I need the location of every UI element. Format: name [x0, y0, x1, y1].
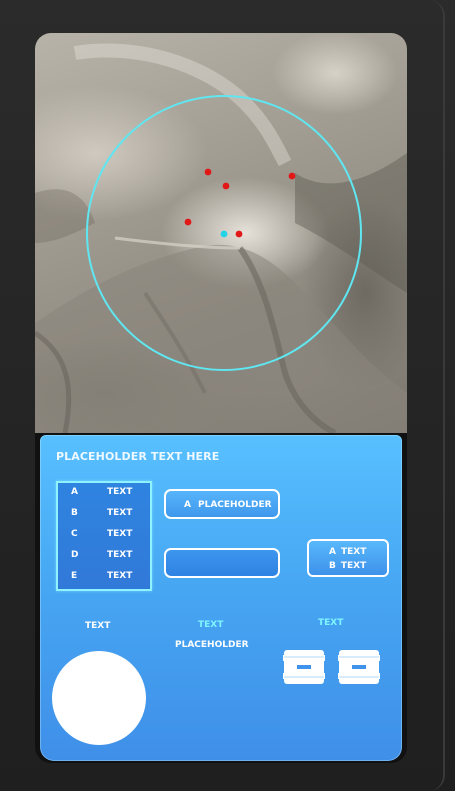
right-label-cyan: TEXT — [318, 618, 344, 628]
list-item[interactable]: E TEXT — [58, 567, 150, 585]
list-item[interactable]: D TEXT — [58, 546, 150, 564]
panel-title: PLACEHOLDER TEXT HERE — [56, 450, 220, 463]
ab-row-a-key: A — [329, 547, 336, 557]
placeholder-button-key: A — [184, 500, 191, 510]
list-item-value: TEXT — [107, 508, 133, 518]
center-label-cyan: TEXT — [198, 620, 224, 630]
terrain-wash — [114, 236, 241, 250]
device-frame-edge — [429, 0, 445, 791]
map-markers — [184, 168, 296, 238]
list-item-value: TEXT — [107, 487, 133, 497]
placeholder-button[interactable]: A PLACEHOLDER — [164, 489, 280, 519]
hostile-marker[interactable] — [288, 172, 296, 180]
hostile-marker[interactable] — [184, 218, 192, 226]
terrain-highlight — [73, 43, 292, 167]
map-overlay — [35, 43, 407, 433]
list-item-key: D — [71, 550, 79, 560]
list-item-value: TEXT — [107, 571, 133, 581]
hostile-marker[interactable] — [204, 168, 212, 176]
self-marker[interactable] — [220, 230, 228, 238]
list-item-key: B — [71, 508, 78, 518]
ab-row-b-value: TEXT — [340, 561, 367, 571]
joystick-pad[interactable] — [52, 651, 146, 745]
ab-row-a-value: TEXT — [340, 547, 367, 557]
terrain-shadow-left — [35, 189, 95, 243]
ab-row-a: A TEXT — [329, 547, 366, 557]
terrain-ridge — [35, 244, 407, 433]
list-item[interactable]: C TEXT — [58, 525, 150, 543]
center-label-white: PLACEHOLDER — [175, 640, 249, 650]
device-frame: PLACEHOLDER TEXT HERE A TEXT B TEXT C TE… — [0, 0, 455, 791]
satellite-map[interactable] — [35, 33, 407, 433]
screen: PLACEHOLDER TEXT HERE A TEXT B TEXT C TE… — [35, 33, 407, 763]
control-panel: PLACEHOLDER TEXT HERE A TEXT B TEXT C TE… — [40, 435, 402, 761]
option-list: A TEXT B TEXT C TEXT D TEXT E TEXT — [56, 481, 152, 591]
placeholder-button-label: PLACEHOLDER — [198, 500, 272, 510]
ab-text-button[interactable]: A TEXT B TEXT — [307, 539, 389, 577]
joystick-label: TEXT — [85, 621, 111, 631]
list-item-value: TEXT — [107, 529, 133, 539]
list-item[interactable]: A TEXT — [58, 483, 150, 501]
right-minus-button[interactable] — [337, 647, 381, 687]
ab-row-b: B TEXT — [329, 561, 366, 571]
hostile-marker[interactable] — [235, 230, 243, 238]
list-item-key: E — [71, 571, 78, 581]
list-item-key: C — [71, 529, 78, 539]
ab-row-b-key: B — [329, 561, 336, 571]
list-item[interactable]: B TEXT — [58, 504, 150, 522]
blank-button[interactable] — [164, 548, 280, 578]
list-item-key: A — [71, 487, 78, 497]
left-minus-button[interactable] — [282, 647, 326, 687]
minus-box-icon — [337, 650, 381, 684]
terrain-shadow — [295, 153, 407, 293]
hostile-marker[interactable] — [222, 182, 230, 190]
list-item-value: TEXT — [107, 550, 133, 560]
minus-box-icon — [282, 650, 326, 684]
